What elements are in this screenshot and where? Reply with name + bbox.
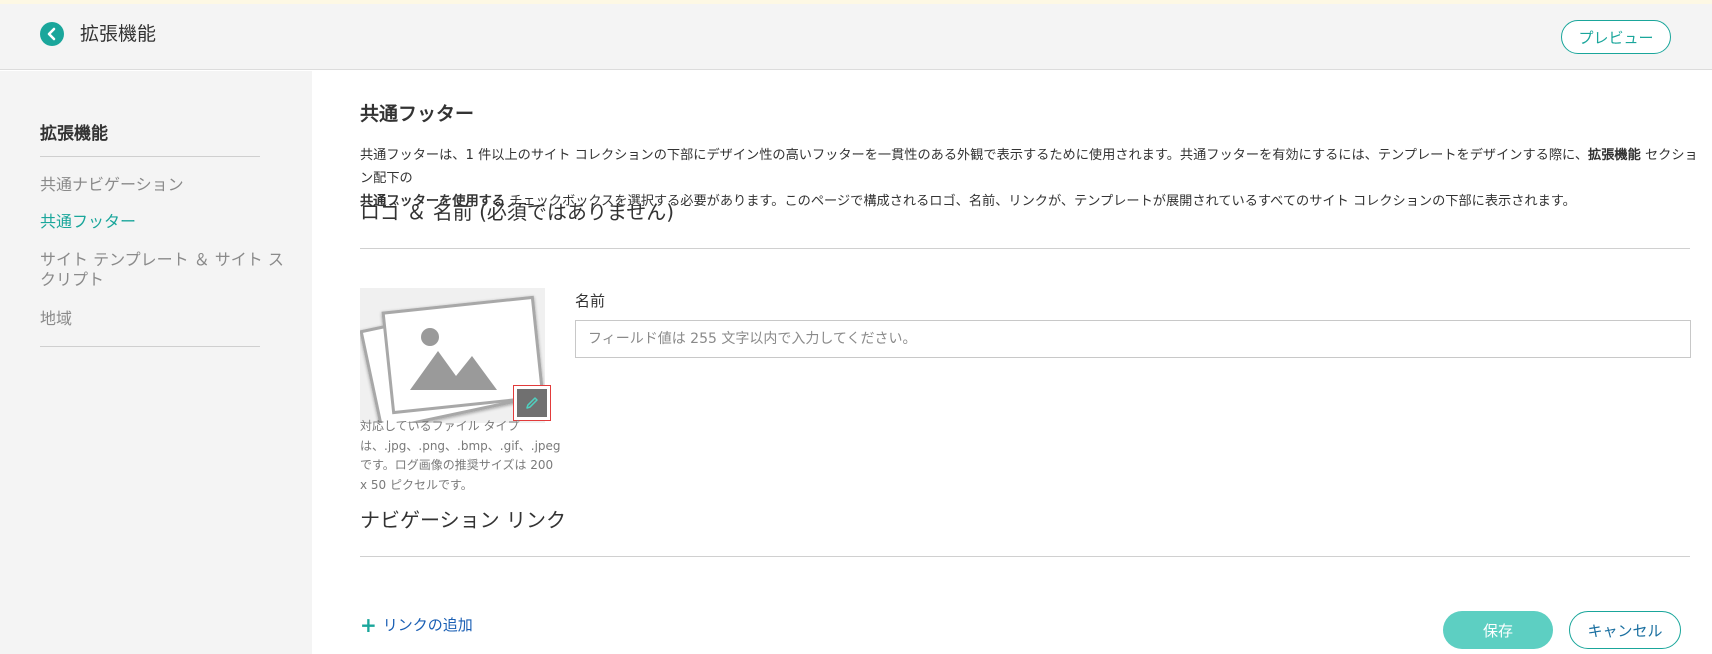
file-type-note: 対応しているファイル タイプは、.jpg、.png、.bmp、.gif、.jpe… xyxy=(360,419,561,492)
name-label: 名前 xyxy=(575,292,606,310)
logo-name-section-title: ロゴ ＆ 名前 (必須ではありません) xyxy=(360,200,675,224)
plus-icon: + xyxy=(360,612,377,637)
name-input[interactable] xyxy=(575,320,1691,358)
edit-logo-button[interactable] xyxy=(513,385,551,421)
chevron-left-icon xyxy=(47,27,56,41)
description-text: 共通フッターは、1 件以上のサイト コレクションの下部にデザイン性の高いフッター… xyxy=(360,148,1589,163)
main-content: 共通フッター 共通フッターは、1 件以上のサイト コレクションの下部にデザイン性… xyxy=(312,71,1712,654)
page-title: 共通フッター xyxy=(360,103,475,125)
cancel-button[interactable]: キャンセル xyxy=(1569,611,1681,649)
back-button[interactable] xyxy=(40,22,64,46)
sidebar-item-common-navigation[interactable]: 共通ナビゲーション xyxy=(40,175,290,195)
add-link-button[interactable]: + リンクの追加 xyxy=(360,614,473,635)
pencil-icon xyxy=(526,397,538,409)
header-bar: 拡張機能 プレビュー xyxy=(0,4,1712,70)
sidebar-divider xyxy=(40,346,260,347)
sidebar: 拡張機能 共通ナビゲーション 共通フッター サイト テンプレート ＆ サイト ス… xyxy=(0,71,312,654)
section-divider xyxy=(360,556,1690,557)
description-bold-extensions: 拡張機能 xyxy=(1588,148,1641,163)
header-title: 拡張機能 xyxy=(80,23,157,45)
navigation-links-section-title: ナビゲーション リンク xyxy=(360,508,566,532)
edit-logo-button-bg xyxy=(517,389,547,417)
add-link-label: リンクの追加 xyxy=(382,616,473,634)
sidebar-item-site-template[interactable]: サイト テンプレート ＆ サイト スクリプト xyxy=(40,250,290,290)
save-button[interactable]: 保存 xyxy=(1443,611,1553,649)
sidebar-title: 拡張機能 xyxy=(40,124,108,144)
sidebar-divider xyxy=(40,156,260,157)
sidebar-item-common-footer[interactable]: 共通フッター xyxy=(40,212,290,232)
preview-button[interactable]: プレビュー xyxy=(1561,20,1671,54)
section-divider xyxy=(360,248,1690,249)
sidebar-item-region[interactable]: 地域 xyxy=(40,309,290,329)
